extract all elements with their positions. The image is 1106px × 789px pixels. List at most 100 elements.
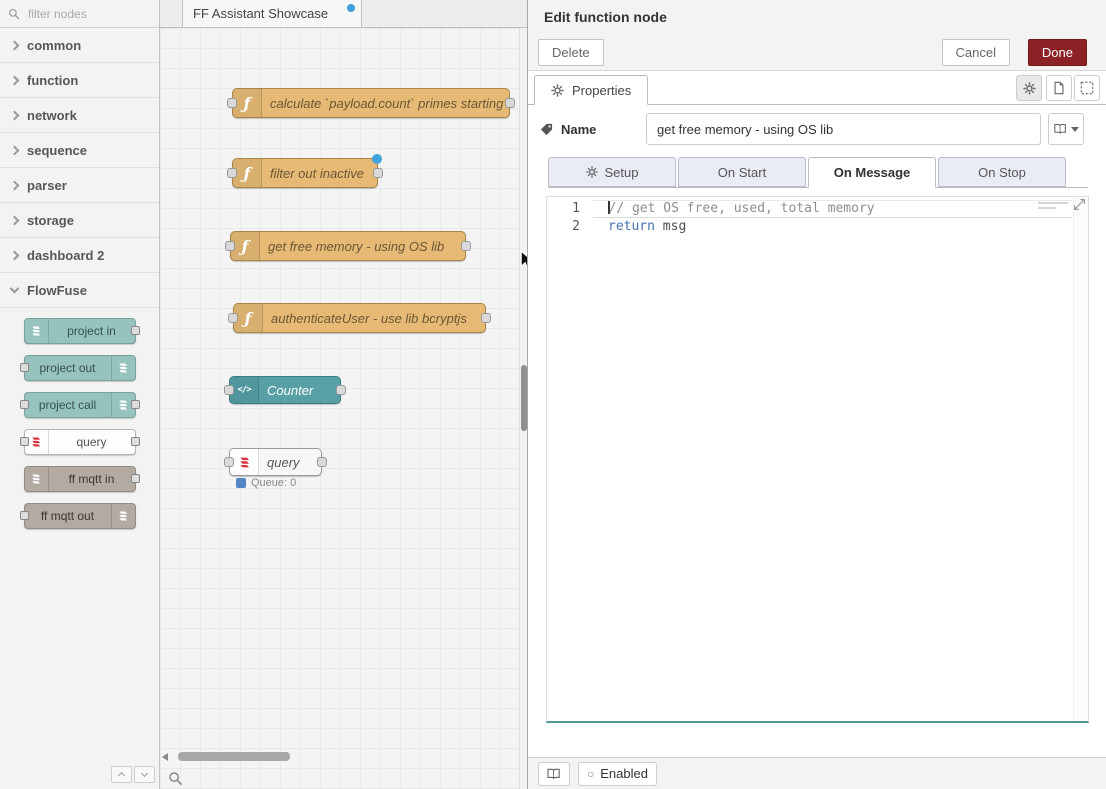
code-comment: // get OS free, used, total memory xyxy=(609,201,875,216)
canvas-grid[interactable]: ƒ calculate `payload.count` primes start… xyxy=(160,28,519,789)
palette-search[interactable] xyxy=(0,0,159,28)
function-node-calculate-primes[interactable]: ƒ calculate `payload.count` primes start… xyxy=(232,88,510,118)
input-port[interactable] xyxy=(20,363,29,372)
palette-node-label: ff mqtt out xyxy=(25,509,111,523)
panel-button-row: Delete Cancel Done xyxy=(528,35,1106,71)
status-dot-icon xyxy=(236,478,246,488)
palette-category-sequence[interactable]: sequence xyxy=(0,133,159,168)
function-editor-tabs: Setup On Start On Message On Stop xyxy=(548,157,1088,188)
function-node-filter-out-inactive[interactable]: ƒ filter out inactive xyxy=(232,158,378,188)
canvas-vertical-scrollbar[interactable] xyxy=(519,28,527,789)
input-port[interactable] xyxy=(224,385,234,395)
line-number-gutter: 1 2 xyxy=(547,200,593,236)
input-port[interactable] xyxy=(20,400,29,409)
canvas-horizontal-scrollbar[interactable] xyxy=(162,752,515,762)
palette-node-project-call[interactable]: project call xyxy=(24,392,136,418)
input-port[interactable] xyxy=(228,313,238,323)
input-port[interactable] xyxy=(225,241,235,251)
scroll-left-arrow[interactable] xyxy=(162,753,168,761)
palette-node-ff-mqtt-out[interactable]: ff mqtt out xyxy=(24,503,136,529)
zoom-search-button[interactable] xyxy=(168,771,183,786)
label-options-button[interactable] xyxy=(1048,113,1084,145)
done-button[interactable]: Done xyxy=(1028,39,1087,66)
cancel-button[interactable]: Cancel xyxy=(942,39,1010,66)
code-lines[interactable]: // get OS free, used, total memory retur… xyxy=(593,200,1072,236)
node-status-badge: Queue: 0 xyxy=(236,477,296,489)
category-label: parser xyxy=(27,178,67,193)
input-port[interactable] xyxy=(20,437,29,446)
circle-icon: ○ xyxy=(587,767,594,781)
output-port[interactable] xyxy=(131,400,140,409)
function-icon: ƒ xyxy=(231,232,260,260)
output-port[interactable] xyxy=(336,385,346,395)
delete-button[interactable]: Delete xyxy=(538,39,604,66)
collapse-categories-button[interactable] xyxy=(111,766,132,783)
input-port[interactable] xyxy=(227,168,237,178)
output-port[interactable] xyxy=(131,474,140,483)
category-label: sequence xyxy=(27,143,87,158)
output-port[interactable] xyxy=(373,168,383,178)
code-editor[interactable]: 1 2 // get OS free, used, total memory r… xyxy=(546,196,1089,723)
enabled-toggle-button[interactable]: ○ Enabled xyxy=(578,762,657,786)
input-port[interactable] xyxy=(224,457,234,467)
category-label: function xyxy=(27,73,78,88)
editor-scrollbar[interactable] xyxy=(1073,197,1088,721)
palette-node-project-in[interactable]: project in xyxy=(24,318,136,344)
scrollbar-thumb[interactable] xyxy=(178,752,290,761)
unsaved-changes-dot xyxy=(347,4,355,12)
code-line-1[interactable]: // get OS free, used, total memory xyxy=(593,200,1072,218)
output-port[interactable] xyxy=(505,98,515,108)
name-input[interactable] xyxy=(646,113,1041,145)
palette-category-flowfuse[interactable]: FlowFuse xyxy=(0,273,159,308)
code-line-2[interactable]: return msg xyxy=(593,218,1072,236)
chevron-right-icon xyxy=(10,180,20,190)
output-port[interactable] xyxy=(131,437,140,446)
docs-button[interactable] xyxy=(1046,75,1072,101)
expand-arrow-icon xyxy=(1073,198,1086,211)
expand-panel-button[interactable] xyxy=(1074,75,1100,101)
expand-categories-button[interactable] xyxy=(134,766,155,783)
gear-icon xyxy=(551,84,564,97)
chevron-down-icon xyxy=(141,769,148,776)
tab-on-message[interactable]: On Message xyxy=(808,157,936,188)
node-help-button[interactable] xyxy=(538,762,570,786)
search-icon xyxy=(8,8,20,20)
palette-category-dashboard-2[interactable]: dashboard 2 xyxy=(0,238,159,273)
tab-properties[interactable]: Properties xyxy=(534,75,648,105)
palette-node-query[interactable]: query xyxy=(24,429,136,455)
changed-indicator-dot xyxy=(372,154,382,164)
output-port[interactable] xyxy=(317,457,327,467)
function-icon: ƒ xyxy=(233,159,262,187)
function-node-authenticate-user[interactable]: ƒ authenticateUser - use lib bcryptjs xyxy=(233,303,486,333)
palette-node-label: ff mqtt in xyxy=(49,472,135,486)
function-node-get-free-memory[interactable]: ƒ get free memory - using OS lib xyxy=(230,231,466,261)
name-field-row: Name xyxy=(540,113,1094,145)
query-node[interactable]: query xyxy=(229,448,322,476)
chevron-right-icon xyxy=(10,75,20,85)
template-node-counter[interactable]: </> Counter xyxy=(229,376,341,404)
palette-node-project-out[interactable]: project out xyxy=(24,355,136,381)
settings-button[interactable] xyxy=(1016,75,1042,101)
flow-tab-label: FF Assistant Showcase xyxy=(193,6,328,21)
palette-category-function[interactable]: function xyxy=(0,63,159,98)
expand-editor-button[interactable] xyxy=(1073,198,1087,212)
output-port[interactable] xyxy=(131,326,140,335)
palette-category-network[interactable]: network xyxy=(0,98,159,133)
input-port[interactable] xyxy=(227,98,237,108)
node-label: query xyxy=(259,455,321,470)
palette-category-parser[interactable]: parser xyxy=(0,168,159,203)
flow-tab-ff-assistant-showcase[interactable]: FF Assistant Showcase xyxy=(182,0,362,28)
code-keyword: return xyxy=(608,219,655,234)
palette-category-common[interactable]: common xyxy=(0,28,159,63)
output-port[interactable] xyxy=(461,241,471,251)
tab-on-stop[interactable]: On Stop xyxy=(938,157,1066,187)
palette-node-label: query xyxy=(49,435,135,449)
tab-on-start[interactable]: On Start xyxy=(678,157,806,187)
palette-node-ff-mqtt-in[interactable]: ff mqtt in xyxy=(24,466,136,492)
workspace-canvas[interactable]: FF Assistant Showcase ƒ calculate `paylo… xyxy=(160,0,527,789)
input-port[interactable] xyxy=(20,511,29,520)
filter-nodes-input[interactable] xyxy=(26,6,136,22)
tab-setup[interactable]: Setup xyxy=(548,157,676,187)
output-port[interactable] xyxy=(481,313,491,323)
palette-category-storage[interactable]: storage xyxy=(0,203,159,238)
